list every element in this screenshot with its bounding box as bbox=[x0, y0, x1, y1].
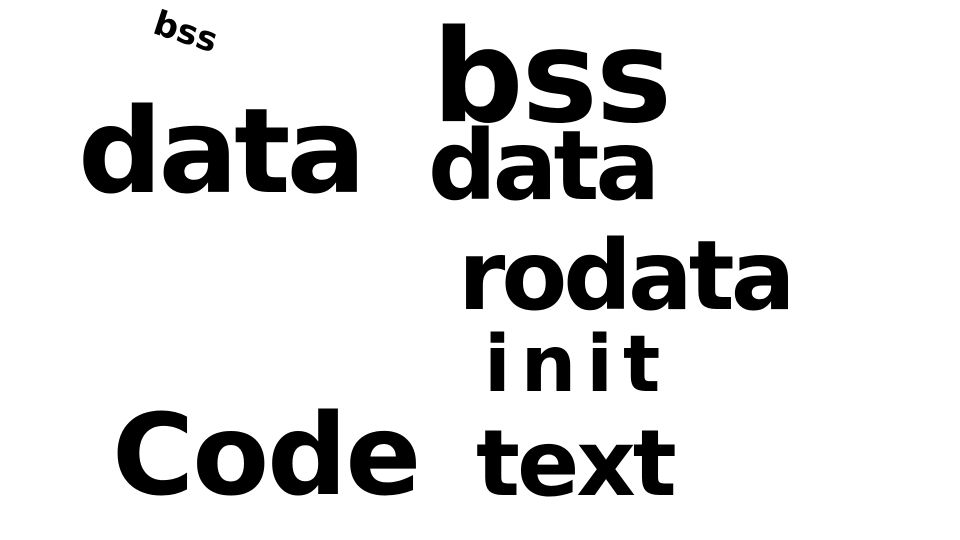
left-data-label: data bbox=[78, 82, 366, 220]
whiteboard-canvas: bss data Code bss data rodata init text bbox=[0, 0, 960, 540]
init-section-label: init bbox=[484, 320, 671, 410]
code-label: Code bbox=[112, 391, 421, 521]
data-section-label: data bbox=[428, 110, 660, 222]
rodata-section-label: rodata bbox=[458, 220, 795, 332]
scribbled-label: bss bbox=[148, 3, 223, 62]
text-section-label: text bbox=[476, 410, 677, 517]
